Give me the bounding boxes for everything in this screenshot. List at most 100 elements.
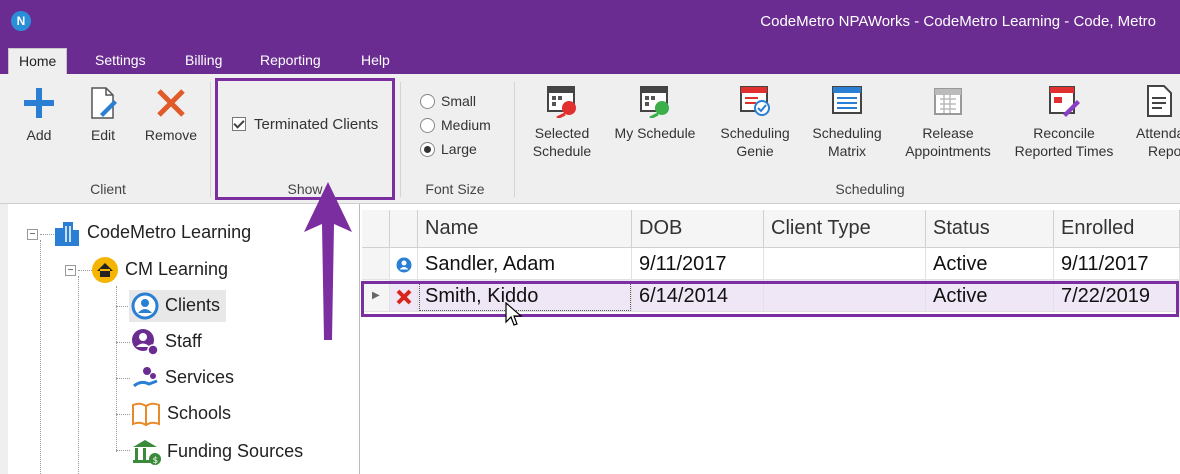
home-icon xyxy=(92,257,118,283)
font-size-small-radio[interactable]: Small xyxy=(420,93,476,109)
scheduling-genie-button[interactable]: Scheduling Genie xyxy=(714,84,796,160)
tree-root-label: CodeMetro Learning xyxy=(87,221,252,242)
radio-icon xyxy=(420,94,435,109)
icon-column-header xyxy=(390,210,418,248)
release-appointments-line2: Appointments xyxy=(905,143,991,159)
tree-line xyxy=(116,286,117,452)
release-calendar-icon xyxy=(934,88,962,115)
selected-schedule-button[interactable]: Selected Schedule xyxy=(526,84,598,160)
tree-line xyxy=(116,414,130,415)
tree-item-cm-learning[interactable]: CM Learning xyxy=(91,256,228,284)
selected-schedule-line2: Schedule xyxy=(532,143,592,159)
tree-schools-label: Schools xyxy=(167,402,232,423)
tab-home[interactable]: Home xyxy=(8,48,68,74)
radio-icon xyxy=(420,118,435,133)
tree-item-staff[interactable]: Staff xyxy=(131,328,202,356)
tree-line xyxy=(40,240,41,474)
scheduling-genie-line2: Genie xyxy=(736,143,774,159)
row-highlight xyxy=(361,281,1179,317)
menu-bar: Home Settings Billing Reporting Help xyxy=(0,44,1180,74)
scheduling-group-label: Scheduling xyxy=(835,181,905,197)
scheduling-matrix-button[interactable]: Scheduling Matrix xyxy=(806,84,888,160)
column-header-name[interactable]: Name xyxy=(418,210,632,248)
tree-line xyxy=(116,306,130,307)
tree-clients-label: Clients xyxy=(165,294,221,315)
release-appointments-button[interactable]: Release Appointments xyxy=(900,84,996,160)
tab-settings[interactable]: Settings xyxy=(95,52,146,68)
window-title: CodeMetro NPAWorks - CodeMetro Learning … xyxy=(760,13,1156,30)
cell-name[interactable]: Sandler, Adam xyxy=(418,248,632,280)
tab-help[interactable]: Help xyxy=(361,52,390,68)
cell-dob[interactable]: 9/11/2017 xyxy=(632,248,764,280)
attendance-report-icon xyxy=(1147,85,1172,117)
cell-enrolled[interactable]: 9/11/2017 xyxy=(1054,248,1180,280)
table-row-icon-cell xyxy=(390,248,418,280)
edit-button[interactable]: Edit xyxy=(84,86,122,144)
font-size-group-label: Font Size xyxy=(425,181,485,197)
font-size-large-label: Large xyxy=(441,141,477,157)
font-size-medium-label: Medium xyxy=(441,117,491,133)
tree-line xyxy=(40,234,54,235)
scheduling-genie-icon xyxy=(740,86,770,116)
tree-funding-label: Funding Sources xyxy=(167,440,304,461)
collapse-root-toggle[interactable]: − xyxy=(27,229,38,240)
reconcile-icon xyxy=(1049,86,1080,117)
tree-item-clients[interactable]: Clients xyxy=(129,290,227,322)
font-size-small-label: Small xyxy=(441,93,477,109)
tree-item-schools[interactable]: Schools xyxy=(131,401,231,427)
ribbon-separator xyxy=(514,82,515,197)
edit-document-icon xyxy=(91,87,117,119)
cell-status[interactable]: Active xyxy=(926,248,1054,280)
cell-client-type[interactable] xyxy=(764,248,926,280)
scheduling-matrix-line2: Matrix xyxy=(827,143,867,159)
column-header-enrolled[interactable]: Enrolled xyxy=(1054,210,1180,248)
tree-staff-label: Staff xyxy=(165,330,202,351)
column-header-dob[interactable]: DOB xyxy=(632,210,764,248)
active-client-icon xyxy=(396,257,412,273)
release-appointments-line1: Release xyxy=(922,125,974,141)
tree-item-root[interactable]: CodeMetro Learning xyxy=(53,220,251,246)
my-schedule-button[interactable]: My Schedule xyxy=(608,84,702,142)
tree-line xyxy=(116,342,130,343)
scheduling-genie-line1: Scheduling xyxy=(720,125,790,141)
scheduling-matrix-line1: Scheduling xyxy=(812,125,882,141)
selected-schedule-icon xyxy=(547,86,576,118)
tree-line xyxy=(116,378,130,379)
title-bar: N CodeMetro NPAWorks - CodeMetro Learnin… xyxy=(0,0,1180,44)
remove-button[interactable]: Remove xyxy=(140,86,202,144)
tree-item-funding-sources[interactable]: $ Funding Sources xyxy=(131,438,303,466)
radio-selected-icon xyxy=(420,142,435,157)
tab-billing[interactable]: Billing xyxy=(185,52,222,68)
services-icon xyxy=(133,367,158,388)
tree-services-label: Services xyxy=(165,366,235,387)
font-size-medium-radio[interactable]: Medium xyxy=(420,117,491,133)
clients-grid: Name DOB Client Type Status Enrolled San… xyxy=(362,210,1180,474)
row-header-corner xyxy=(362,210,390,248)
mouse-cursor-icon xyxy=(505,302,523,326)
ribbon-separator xyxy=(400,82,401,197)
column-header-client-type[interactable]: Client Type xyxy=(764,210,926,248)
edit-button-label: Edit xyxy=(90,127,116,143)
attendance-report-button[interactable]: Attenda Repo xyxy=(1130,84,1180,160)
building-icon xyxy=(55,222,79,246)
book-icon xyxy=(132,402,160,427)
annotation-up-arrow xyxy=(304,182,352,340)
attendance-report-line1: Attenda xyxy=(1136,125,1180,141)
add-button-label: Add xyxy=(26,127,52,143)
tree-line xyxy=(78,270,92,271)
row-selector[interactable] xyxy=(362,248,390,280)
client-user-icon xyxy=(131,292,159,320)
reconcile-reported-times-button[interactable]: Reconcile Reported Times xyxy=(1008,84,1120,160)
font-size-large-radio[interactable]: Large xyxy=(420,141,477,157)
selected-schedule-line1: Selected xyxy=(534,125,590,141)
collapse-org-toggle[interactable]: − xyxy=(65,265,76,276)
add-button[interactable]: Add xyxy=(20,86,58,144)
bank-icon: $ xyxy=(133,440,161,466)
column-header-status[interactable]: Status xyxy=(926,210,1054,248)
my-schedule-line1: My Schedule xyxy=(614,125,696,141)
reconcile-line1: Reconcile xyxy=(1033,125,1095,141)
staff-user-icon xyxy=(132,329,159,356)
tree-item-services[interactable]: Services xyxy=(131,364,234,392)
tab-reporting[interactable]: Reporting xyxy=(260,52,321,68)
my-schedule-icon xyxy=(640,86,669,118)
